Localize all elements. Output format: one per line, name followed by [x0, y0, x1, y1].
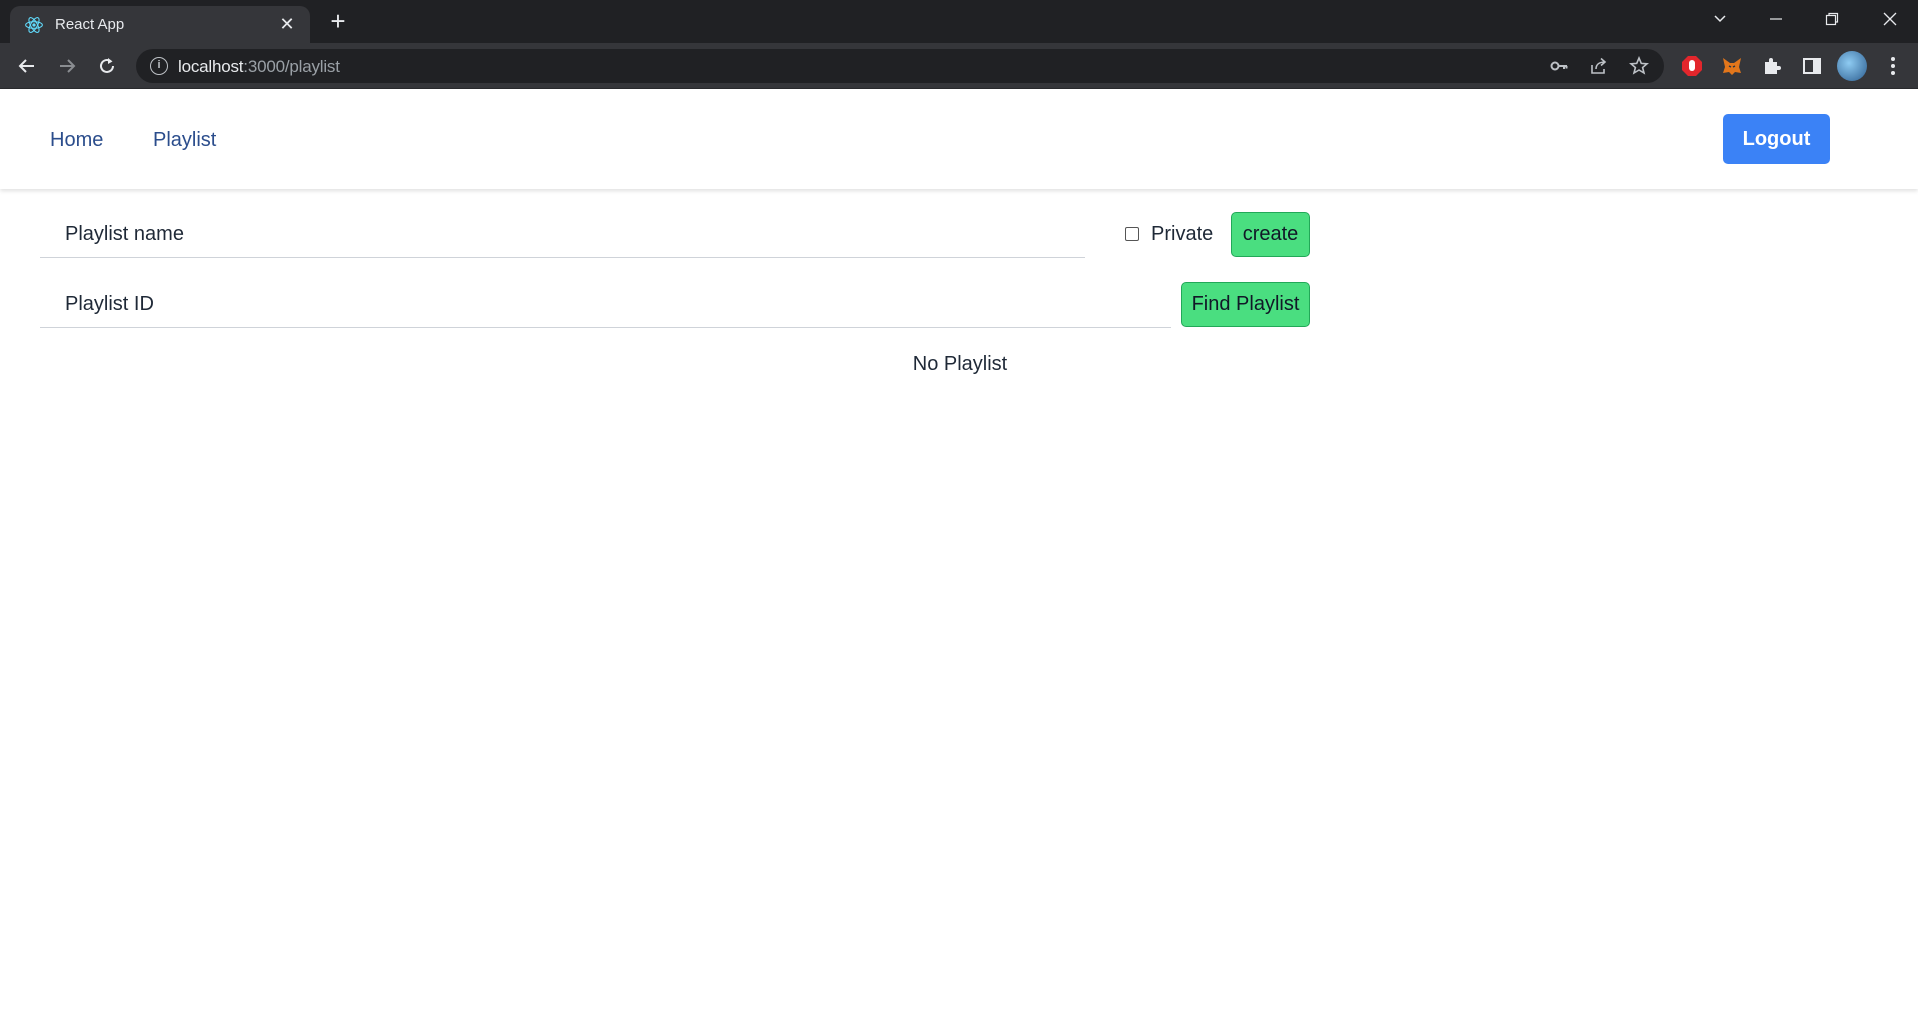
reload-icon[interactable] [92, 51, 122, 81]
playlist-name-field [40, 212, 1085, 258]
extensions-icon[interactable] [1757, 51, 1787, 81]
logout-button[interactable]: Logout [1723, 114, 1830, 164]
minimize-icon[interactable] [1748, 0, 1804, 38]
back-icon[interactable] [12, 51, 42, 81]
url-host: localhost [178, 57, 244, 76]
sidepanel-icon[interactable] [1797, 51, 1827, 81]
nav-playlist-link[interactable]: Playlist [153, 129, 216, 152]
find-playlist-button[interactable]: Find Playlist [1181, 282, 1310, 327]
url-path: :3000/playlist [243, 57, 340, 76]
forward-icon[interactable] [52, 51, 82, 81]
playlist-name-input[interactable] [40, 212, 1085, 257]
adblock-icon[interactable] [1677, 51, 1707, 81]
react-icon [25, 17, 43, 33]
new-tab-icon[interactable]: + [325, 8, 351, 34]
nav-home-link[interactable]: Home [50, 129, 103, 152]
restore-icon[interactable] [1804, 0, 1860, 38]
app-navbar: Home Playlist Logout [0, 89, 1918, 189]
menu-icon[interactable] [1878, 51, 1908, 81]
playlist-id-input[interactable] [40, 282, 1171, 327]
private-checkbox[interactable] [1125, 227, 1139, 241]
star-icon[interactable] [1628, 55, 1650, 77]
playlist-id-field [40, 282, 1171, 328]
info-icon[interactable]: i [150, 57, 168, 75]
browser-tab[interactable]: React App ✕ [10, 6, 310, 43]
create-button[interactable]: create [1231, 212, 1310, 257]
close-tab-icon[interactable]: ✕ [276, 13, 298, 35]
key-icon[interactable] [1548, 55, 1570, 77]
browser-titlebar: React App ✕ + [0, 0, 1918, 43]
url-text[interactable]: localhost:3000/playlist [178, 57, 340, 77]
private-label: Private [1151, 223, 1214, 245]
metamask-icon[interactable] [1717, 51, 1747, 81]
close-window-icon[interactable] [1862, 0, 1918, 38]
address-bar[interactable]: i localhost:3000/playlist [136, 49, 1664, 83]
browser-toolbar: i localhost:3000/playlist [0, 43, 1918, 89]
tab-search-icon[interactable] [1692, 0, 1748, 38]
profile-icon[interactable] [1837, 51, 1867, 81]
share-icon[interactable] [1588, 55, 1610, 77]
tab-title: React App [55, 16, 125, 33]
empty-state-text: No Playlist [912, 353, 1008, 375]
